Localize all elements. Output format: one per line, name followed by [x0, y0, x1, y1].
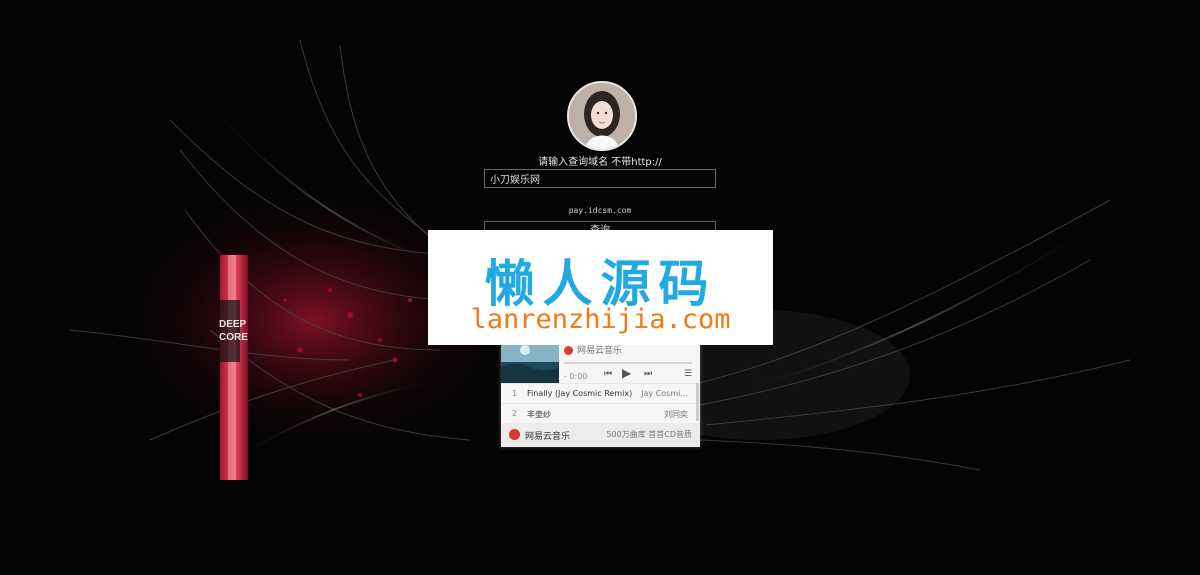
- netease-logo-icon: [509, 429, 520, 440]
- track-list-scrollbar[interactable]: [696, 383, 699, 421]
- domain-input[interactable]: [484, 169, 716, 188]
- avatar: [567, 81, 637, 151]
- track-row[interactable]: 1 Finally (Jay Cosmic Remix) Jay Cosmi..…: [501, 383, 700, 403]
- album-cover: [501, 340, 559, 383]
- playback-time: - 0:00: [564, 372, 588, 381]
- poster-text: DEEP CORE: [219, 319, 248, 343]
- play-icon[interactable]: ▶: [622, 366, 631, 380]
- next-track-icon[interactable]: ⏭: [644, 369, 652, 379]
- playback-progress-bar[interactable]: [564, 362, 692, 364]
- watermark-domain: lanrenzhijia.com: [470, 304, 731, 335]
- site-address: pay.idcsm.com: [568, 206, 632, 215]
- track-row[interactable]: 2 丰壶纱 刘同奕: [501, 403, 700, 423]
- domain-prompt: 请输入查询域名 不带http://: [538, 157, 662, 168]
- netease-music-icon: [564, 346, 573, 355]
- previous-track-icon[interactable]: ⏮: [604, 369, 612, 379]
- watermark-banner: 懒人源码 lanrenzhijia.com: [428, 230, 773, 345]
- player-footer[interactable]: 网易云音乐 500万曲库 首首CD音质: [501, 423, 700, 447]
- music-player: 网易云音乐 - 0:00 ⏮ ▶ ⏭ ☰ 1 Finally (Jay Cosm…: [501, 335, 700, 447]
- track-list: 1 Finally (Jay Cosmic Remix) Jay Cosmi..…: [501, 383, 700, 423]
- playlist-icon[interactable]: ☰: [684, 369, 692, 379]
